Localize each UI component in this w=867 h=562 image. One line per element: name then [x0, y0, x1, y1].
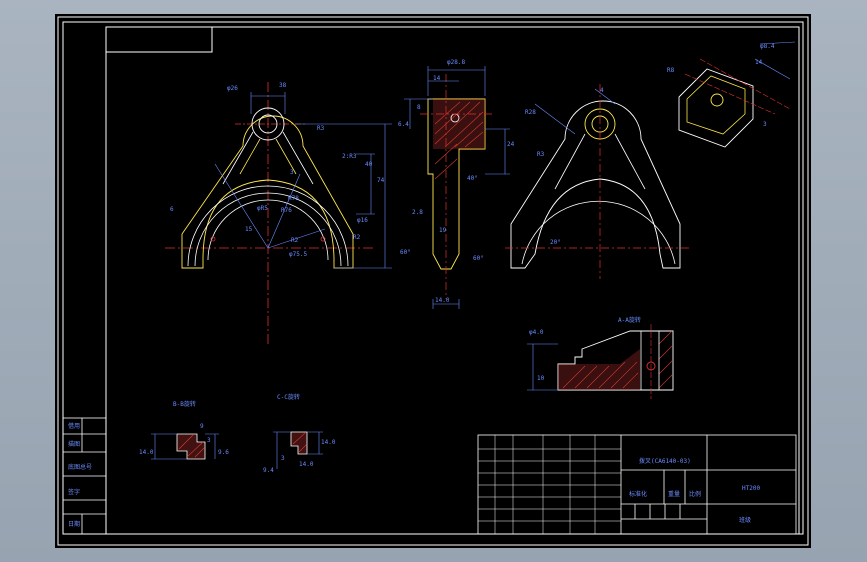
dim-right-3: 20°	[550, 239, 561, 246]
dim-iso-1: R8	[667, 67, 675, 74]
dim-right-1: R28	[525, 109, 536, 116]
outer-border	[57, 16, 809, 546]
dim-front-7: R78	[288, 195, 299, 202]
dim-right-2: 4	[600, 87, 604, 94]
section-cc-view	[273, 431, 323, 469]
dim-front-3: R3	[317, 125, 325, 132]
strip-label-3: 底图总号	[68, 463, 92, 471]
strip-label-1: 借用	[68, 422, 80, 430]
dim-bb-1: 9	[200, 423, 204, 430]
section-aa-title: A-A旋转	[618, 316, 641, 324]
dim-front-8: R76	[281, 207, 292, 214]
revision-grid	[478, 435, 621, 534]
dim-side-1: φ28.8	[447, 59, 465, 66]
dim-cc-2: 3	[281, 455, 285, 462]
scale-label: 比例	[689, 490, 701, 498]
side-view	[404, 66, 510, 309]
dim-side-5: 2.8	[412, 209, 423, 216]
dim-side-11: 6.4	[398, 121, 409, 128]
dim-bb-4: 9.6	[218, 449, 229, 456]
weight-label: 重量	[668, 490, 680, 498]
dim-side-3: 8	[417, 104, 421, 111]
dim-right-4: R3	[537, 151, 545, 158]
strip-label-4: 签字	[68, 488, 80, 496]
dim-side-10: 19	[439, 227, 447, 234]
dim-front-16: R2	[353, 234, 361, 241]
dim-cc-1: 14.0	[321, 439, 336, 446]
dim-front-5: 40	[365, 161, 373, 168]
part-name: 拨叉(CA6140-03)	[639, 457, 691, 465]
dim-side-8: 60°	[473, 255, 484, 262]
dim-front-9: φ16	[357, 217, 368, 224]
dim-front-11: R2	[291, 237, 299, 244]
dim-iso-2: φ8.4	[760, 43, 775, 50]
dim-iso-4: 3	[763, 121, 767, 128]
section-cc-title: C-C旋转	[277, 393, 300, 401]
dim-aa-2: 10	[537, 375, 545, 382]
dim-front-10: φR5	[257, 205, 268, 212]
corner-code-box	[105, 26, 213, 53]
dim-front-15: 3	[290, 169, 294, 176]
dim-side-6: 40°	[467, 175, 478, 182]
section-aa-view	[527, 324, 674, 399]
section-bb-title: B-B旋转	[173, 400, 196, 408]
dim-bb-3: 14.0	[139, 449, 154, 456]
dim-front-1: φ26	[227, 85, 238, 92]
material: HT200	[742, 485, 760, 492]
cad-viewport[interactable]: 借用 描图 底图总号 签字 日期 拨叉(CA6140-03) HT200 班级 …	[55, 14, 811, 548]
dim-side-4: 24	[507, 141, 515, 148]
strip-label-2: 描图	[68, 440, 80, 448]
dim-front-12: φ75.5	[289, 251, 307, 258]
front-view	[165, 82, 392, 344]
dim-bb-2: 3	[207, 437, 211, 444]
dim-cc-3: 9.4	[263, 467, 274, 474]
company: 班级	[739, 516, 751, 524]
iso-detail-view	[678, 41, 796, 148]
dim-front-13: 6	[170, 206, 174, 213]
strip-label-5: 日期	[68, 520, 80, 528]
dim-front-6: 74	[377, 177, 385, 184]
dim-iso-3: 14	[755, 59, 763, 66]
dim-cc-4: 14.0	[299, 461, 314, 468]
left-strip-table	[62, 417, 107, 535]
dim-side-7: 60°	[400, 249, 411, 256]
dim-side-2: 14	[433, 75, 441, 82]
dim-aa-1: φ4.0	[529, 329, 544, 336]
dim-side-9: 14.0	[435, 297, 450, 304]
dim-front-14: 15	[245, 226, 253, 233]
sheet-label: 标准化	[629, 490, 647, 498]
engineering-drawing: 借用 描图 底图总号 签字 日期 拨叉(CA6140-03) HT200 班级 …	[57, 16, 809, 546]
dim-front-4: 2:R3	[342, 153, 357, 160]
dim-front-2: 38	[279, 82, 287, 89]
